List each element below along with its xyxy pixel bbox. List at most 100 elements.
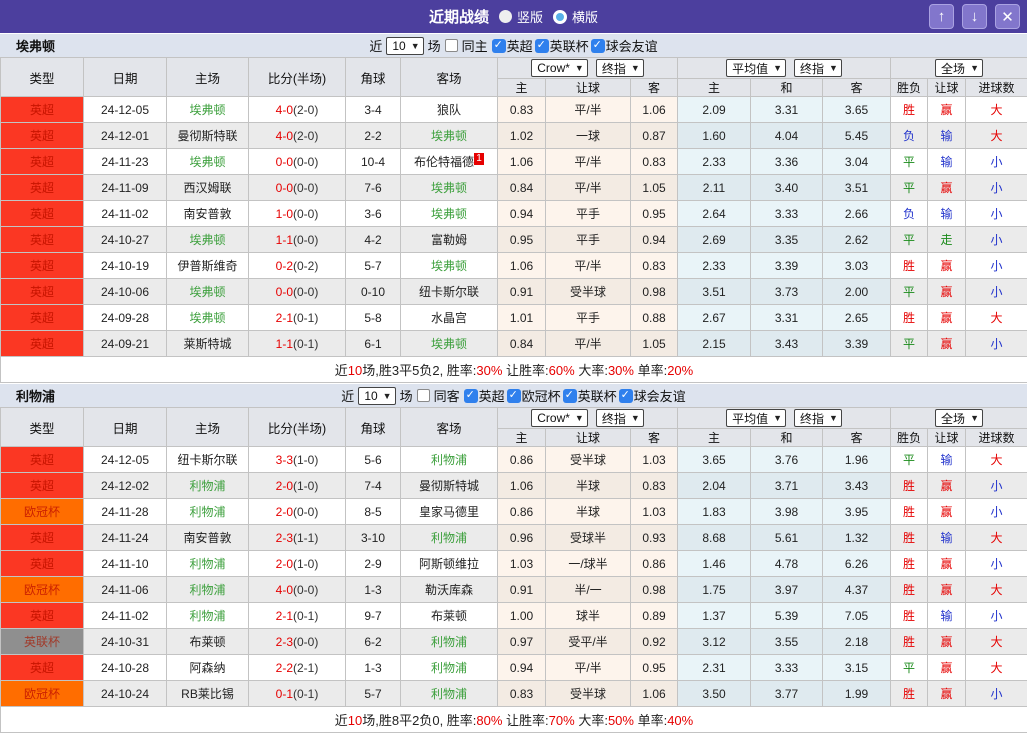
euro-draw-odds: 4.04 xyxy=(774,128,799,143)
col-away: 客场 xyxy=(400,407,498,447)
table-row: 英超 24-12-05 纽卡斯尔联 3-3(1-0) 5-6 利物浦 0.86 受半球 1.03… xyxy=(0,446,1027,473)
filter-near-label: 近 xyxy=(369,39,383,54)
euro-home-odds: 2.64 xyxy=(702,206,726,221)
match-date: 24-10-24 xyxy=(100,686,150,701)
match-count-select[interactable]: 10 ▼ xyxy=(386,36,424,55)
period-select[interactable]: 全场 ▼ xyxy=(935,59,983,77)
matches-table-liverpool: 类型 日期 主场 比分(半场) 角球 客场 Crow* ▼ 终指 ▼ 平均值 ▼ 终指… xyxy=(0,407,1027,733)
corner-score: 4-2 xyxy=(364,232,382,247)
euro-away-odds: 3.15 xyxy=(844,660,869,675)
result-goals: 小 xyxy=(990,259,1003,273)
euro-home-odds: 2.31 xyxy=(702,660,726,675)
layout-radio-vertical[interactable]: 竖版 xyxy=(498,7,543,26)
score-halftime: (0-2) xyxy=(293,258,319,273)
corner-score: 6-1 xyxy=(364,336,382,351)
layout-radio-horizontal[interactable]: 横版 xyxy=(553,7,598,26)
match-count-select[interactable]: 10 ▼ xyxy=(358,386,396,405)
result-goals: 小 xyxy=(990,155,1003,169)
result-goals: 大 xyxy=(990,129,1003,143)
result-goals: 小 xyxy=(990,285,1003,299)
result-goals: 小 xyxy=(990,337,1003,351)
league-filter-item[interactable]: 欧冠杯 xyxy=(506,386,561,405)
radio-vertical-label: 竖版 xyxy=(516,10,543,25)
corner-score: 5-6 xyxy=(364,452,382,467)
league-checkbox-checked[interactable] xyxy=(618,388,633,403)
close-button[interactable]: ✕ xyxy=(995,4,1020,29)
move-down-button[interactable]: ↓ xyxy=(962,4,987,29)
score-cell: 1-1(0-1) xyxy=(248,330,346,357)
match-date: 24-12-01 xyxy=(100,128,150,143)
result-handicap: 输 xyxy=(940,129,953,143)
league-filter-item[interactable]: 球会友谊 xyxy=(618,386,686,405)
period-select[interactable]: 全场 ▼ xyxy=(935,409,983,427)
handicap-line: 受平/半 xyxy=(568,635,608,649)
away-team: 勒沃库森 xyxy=(424,583,473,597)
league-filter-item[interactable]: 英联杯 xyxy=(534,36,589,55)
handicap-line: 受球半 xyxy=(569,531,606,545)
filter-matches-label: 场 xyxy=(399,389,413,404)
filter-near-label: 近 xyxy=(341,389,355,404)
euro-draw-odds: 3.97 xyxy=(774,582,799,597)
euro-draw-odds: 3.33 xyxy=(774,660,799,675)
radio-horizontal-icon[interactable] xyxy=(553,9,567,24)
bookmaker-select[interactable]: Crow* ▼ xyxy=(531,59,588,77)
euro-index-time-select[interactable]: 终指 ▼ xyxy=(794,409,842,427)
summary-value: 80% xyxy=(476,713,503,728)
euro-source-select[interactable]: 平均值 ▼ xyxy=(726,409,786,427)
col-corner: 角球 xyxy=(345,57,401,97)
home-team: RB莱比锡 xyxy=(181,687,234,701)
league-filter-item[interactable]: 球会友谊 xyxy=(590,36,658,55)
euro-draw-odds: 3.33 xyxy=(774,206,799,221)
league-filter-item[interactable]: 英联杯 xyxy=(562,386,617,405)
handicap-away-odds: 0.93 xyxy=(642,530,666,545)
match-type-badge: 英超 xyxy=(29,207,54,221)
handicap-home-odds: 1.00 xyxy=(509,608,534,623)
league-checkbox-checked[interactable] xyxy=(506,388,521,403)
result-winloss: 胜 xyxy=(903,311,916,325)
home-team: 利物浦 xyxy=(189,505,226,519)
league-checkbox-checked[interactable] xyxy=(491,38,506,53)
table-row: 欧冠杯 24-11-06 利物浦 4-0(0-0) 1-3 勒沃库森 0.91 半/一 0.98… xyxy=(0,576,1027,603)
score-halftime: (0-0) xyxy=(293,634,319,649)
result-goals: 大 xyxy=(990,453,1003,467)
euro-away-odds: 7.05 xyxy=(844,608,869,623)
handicap-home-odds: 0.84 xyxy=(509,180,534,195)
match-type-badge: 英超 xyxy=(29,285,54,299)
away-team: 利物浦 xyxy=(430,453,467,467)
league-checkbox-checked[interactable] xyxy=(534,38,549,53)
asian-index-time-select[interactable]: 终指 ▼ xyxy=(595,409,644,427)
chevron-down-icon: ▼ xyxy=(970,63,979,73)
handicap-home-odds: 1.03 xyxy=(509,556,534,571)
same-away-checkbox[interactable] xyxy=(416,389,430,402)
league-checkbox-checked[interactable] xyxy=(463,388,478,403)
corner-score: 7-6 xyxy=(364,180,382,195)
handicap-away-odds: 0.89 xyxy=(642,608,666,623)
league-label: 英超 xyxy=(478,389,505,404)
move-up-button[interactable]: ↑ xyxy=(929,4,954,29)
home-team: 利物浦 xyxy=(189,583,226,597)
asian-index-time-select[interactable]: 终指 ▼ xyxy=(595,59,644,77)
league-checkbox-checked[interactable] xyxy=(590,38,605,53)
section-bar-liverpool: 利物浦 近 10▼ 场 同客 英超 欧冠杯 英联杯 球会友谊 xyxy=(0,383,1027,407)
bookmaker-select[interactable]: Crow* ▼ xyxy=(531,409,588,427)
euro-index-time-select[interactable]: 终指 ▼ xyxy=(794,59,842,77)
handicap-away-odds: 0.98 xyxy=(642,284,666,299)
col-asian-home: 主 xyxy=(497,78,546,97)
euro-away-odds: 2.18 xyxy=(844,634,869,649)
chevron-down-icon: ▼ xyxy=(382,390,392,401)
result-winloss: 平 xyxy=(903,181,916,195)
handicap-away-odds: 1.06 xyxy=(642,686,666,701)
section-bar-everton: 埃弗顿 近 10▼ 场 同主 英超 英联杯 球会友谊 xyxy=(0,33,1027,57)
league-filter-item[interactable]: 英超 xyxy=(463,386,505,405)
col-winloss: 胜负 xyxy=(890,78,929,97)
table-row: 英超 24-11-24 南安普敦 2-3(1-1) 3-10 利物浦 0.96 受球半 0.93… xyxy=(0,524,1027,551)
col-type: 类型 xyxy=(0,57,84,97)
league-filter-item[interactable]: 英超 xyxy=(491,36,533,55)
match-date: 24-11-06 xyxy=(101,582,149,597)
same-home-checkbox[interactable] xyxy=(444,39,458,52)
euro-source-select[interactable]: 平均值 ▼ xyxy=(726,59,786,77)
match-filter: 近 10▼ 场 同主 英超 英联杯 球会友谊 xyxy=(0,36,1027,55)
col-asian-line: 让球 xyxy=(545,428,631,447)
league-checkbox-checked[interactable] xyxy=(562,388,577,403)
radio-vertical-icon[interactable] xyxy=(498,10,512,23)
